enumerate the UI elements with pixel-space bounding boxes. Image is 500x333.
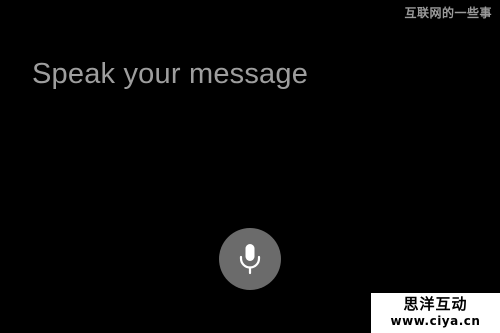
watermark-url: www.ciya.cn <box>390 314 481 328</box>
voice-input-screen: 互联网的一些事 Speak your message 思洋互动 www.ciya… <box>0 0 500 333</box>
microphone-button[interactable] <box>219 228 281 290</box>
watermark-top-text: 互联网的一些事 <box>404 6 492 20</box>
speak-prompt-text: Speak your message <box>32 58 309 90</box>
watermark-brand: 思洋互动 <box>403 295 468 313</box>
watermark-badge: 思洋互动 www.ciya.cn <box>371 293 500 333</box>
microphone-icon <box>239 244 261 275</box>
